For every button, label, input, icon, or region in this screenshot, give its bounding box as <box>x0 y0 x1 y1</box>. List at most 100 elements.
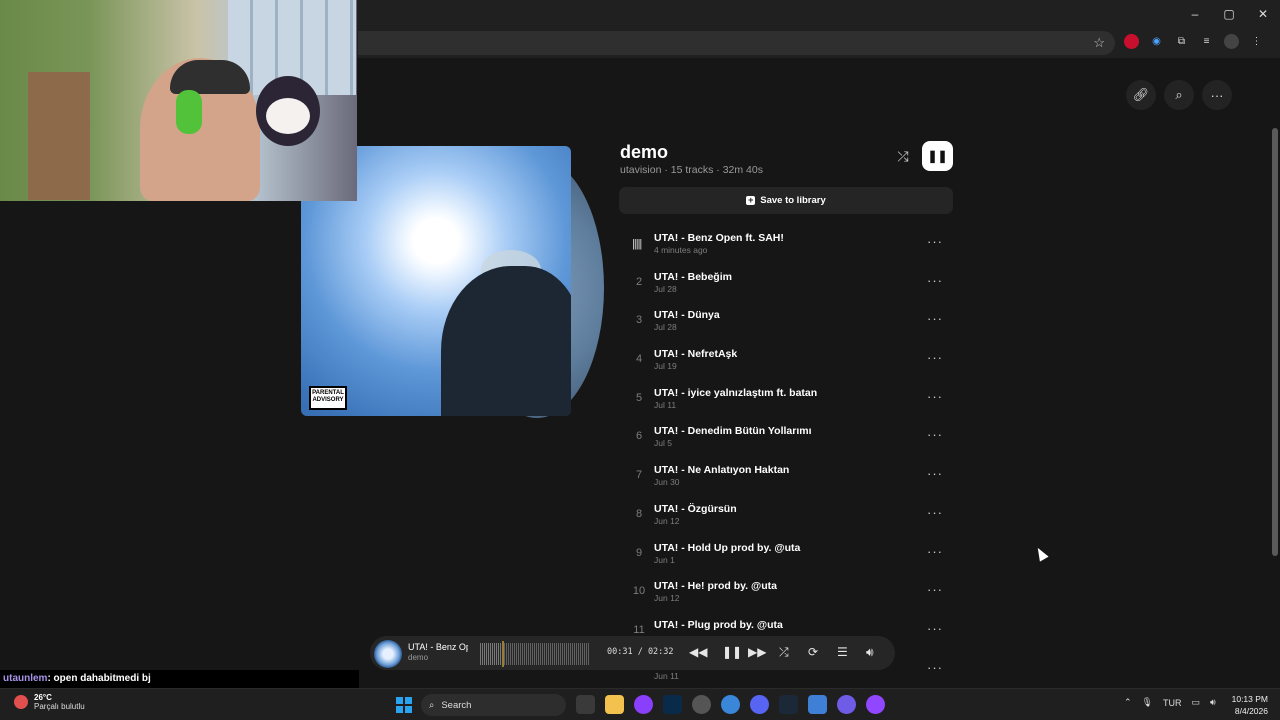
link-icon[interactable]: 🔗︎ <box>1126 80 1156 110</box>
track-row[interactable]: 6 UTA! - Denedim Bütün Yollarımı Jul 5 ·… <box>620 417 953 456</box>
adblock-extension-icon[interactable] <box>1124 34 1139 49</box>
save-to-library-button[interactable]: + Save to library <box>619 187 953 214</box>
cover-silhouette <box>441 266 571 416</box>
track-row[interactable]: 7 UTA! - Ne Anlatıyon Haktan Jun 30 ··· <box>620 456 953 495</box>
track-row[interactable]: 3 UTA! - Dünya Jul 28 ··· <box>620 301 953 340</box>
chevron-up-icon[interactable]: ⌃ <box>1124 697 1132 708</box>
browser-menu-icon[interactable]: ⋮ <box>1249 34 1264 49</box>
more-icon[interactable]: ··· <box>927 427 943 442</box>
track-row[interactable]: 8 UTA! - Özgürsün Jun 12 ··· <box>620 495 953 534</box>
network-icon[interactable]: ▭ <box>1191 697 1200 708</box>
track-date: Jun 1 <box>654 554 675 565</box>
photoshop-icon[interactable] <box>663 695 682 714</box>
player-playlist-name[interactable]: demo <box>408 653 428 662</box>
waveform-seekbar[interactable] <box>480 641 590 667</box>
save-to-library-label: Save to library <box>760 195 826 206</box>
steam-icon[interactable] <box>779 695 798 714</box>
window-controls: – ▢ ✕ <box>1178 0 1280 28</box>
mini-player: UTA! - Benz Op demo 00:31 / 02:32 ◀◀ ❚❚ … <box>370 636 895 670</box>
page-scrollbar[interactable] <box>1272 128 1278 556</box>
track-date: Jun 11 <box>654 670 679 681</box>
pause-button[interactable]: ❚❚ <box>922 141 953 171</box>
player-artwork[interactable] <box>374 640 402 668</box>
track-title: UTA! - Hold Up prod by. @uta <box>654 541 801 554</box>
track-number: 3 <box>635 314 643 327</box>
weather-widget[interactable]: 26°C Parçalı bulutlu <box>14 693 85 711</box>
pause-icon[interactable]: ❚❚ <box>722 645 742 659</box>
task-view-icon[interactable] <box>576 695 595 714</box>
taskbar-clock[interactable]: 10:13 PM 8/4/2026 <box>1232 693 1268 717</box>
language-indicator[interactable]: TUR <box>1163 698 1182 708</box>
more-icon[interactable]: ··· <box>1202 80 1232 110</box>
shuffle-icon[interactable]: ⤮ <box>779 645 789 660</box>
extension-icons: ◉ ⧉ ≡ ⋮ <box>1124 34 1264 49</box>
minimize-button[interactable]: – <box>1178 0 1212 28</box>
clock-date: 8/4/2026 <box>1234 706 1268 716</box>
taskbar-search-label: Search <box>441 699 472 711</box>
track-row[interactable]: 5 UTA! - iyice yalnızlaştım ft. batan Ju… <box>620 379 953 418</box>
close-button[interactable]: ✕ <box>1246 0 1280 28</box>
playhead[interactable] <box>502 641 504 667</box>
next-icon[interactable]: ▶▶ <box>748 645 766 659</box>
webcam-overlay <box>0 0 357 201</box>
track-date: Jul 28 <box>654 322 677 333</box>
puzzle-extension-icon[interactable]: ⧉ <box>1174 34 1189 49</box>
weather-icon <box>14 695 28 709</box>
shuffle-icon[interactable]: ⤮ <box>892 146 914 166</box>
volume-icon[interactable]: 🔊︎ <box>866 645 874 660</box>
more-icon[interactable]: ··· <box>927 234 943 249</box>
discord-icon[interactable] <box>750 695 769 714</box>
track-row[interactable]: ||||| UTA! - Benz Open ft. SAH! 4 minute… <box>620 224 953 263</box>
more-icon[interactable]: ··· <box>927 621 943 636</box>
twitch-icon[interactable] <box>866 695 885 714</box>
address-bar[interactable]: ☆ <box>358 31 1115 55</box>
app-icon[interactable] <box>837 695 856 714</box>
playlist-meta: utavision · 15 tracks · 32m 40s <box>620 164 763 176</box>
taskbar-search[interactable]: ⌕ Search <box>421 694 566 716</box>
app-icon[interactable] <box>692 695 711 714</box>
track-date: Jul 19 <box>654 361 677 372</box>
more-icon[interactable]: ··· <box>927 389 943 404</box>
maximize-button[interactable]: ▢ <box>1212 0 1246 28</box>
weather-temp: 26°C <box>34 693 52 702</box>
track-title: UTA! - Denedim Bütün Yollarımı <box>654 425 812 438</box>
track-row[interactable]: 2 UTA! - Bebeğim Jul 28 ··· <box>620 263 953 302</box>
waveform-played <box>480 643 502 665</box>
start-button[interactable] <box>396 697 412 713</box>
track-date: Jun 12 <box>654 593 680 604</box>
more-icon[interactable]: ··· <box>927 466 943 481</box>
microphone-icon[interactable]: 🎙︎ <box>1142 697 1153 708</box>
media-control-icon[interactable]: ≡ <box>1199 34 1214 49</box>
repeat-icon[interactable]: ⟳ <box>808 645 818 659</box>
chrome-icon[interactable] <box>721 695 740 714</box>
file-explorer-icon[interactable] <box>605 695 624 714</box>
track-title: UTA! - NefretAşk <box>654 348 738 361</box>
star-icon[interactable]: ☆ <box>1093 35 1105 51</box>
queue-icon[interactable]: ☰ <box>837 645 848 659</box>
track-number: 8 <box>635 507 643 520</box>
system-tray: ⌃ 🎙︎ TUR ▭ 🔊︎ <box>1124 697 1216 708</box>
track-date: Jul 28 <box>654 283 677 294</box>
webcam-shelf <box>28 72 90 200</box>
volume-icon[interactable]: 🔊︎ <box>1210 697 1216 708</box>
audio-extension-icon[interactable]: ◉ <box>1149 34 1164 49</box>
previous-icon[interactable]: ◀◀ <box>689 645 707 659</box>
search-icon[interactable]: ⌕ <box>1164 80 1194 110</box>
track-row[interactable]: 9 UTA! - Hold Up prod by. @uta Jun 1 ··· <box>620 534 953 573</box>
app-icon[interactable] <box>634 695 653 714</box>
player-track-title[interactable]: UTA! - Benz Op <box>408 642 468 652</box>
more-icon[interactable]: ··· <box>927 582 943 597</box>
track-row[interactable]: 10 UTA! - He! prod by. @uta Jun 12 ··· <box>620 572 953 611</box>
webcam-headset <box>176 90 202 134</box>
track-number: 4 <box>635 353 643 366</box>
track-title: UTA! - Dünya <box>654 309 720 322</box>
track-row[interactable]: 4 UTA! - NefretAşk Jul 19 ··· <box>620 340 953 379</box>
more-icon[interactable]: ··· <box>927 544 943 559</box>
more-icon[interactable]: ··· <box>927 311 943 326</box>
more-icon[interactable]: ··· <box>927 660 943 675</box>
more-icon[interactable]: ··· <box>927 273 943 288</box>
more-icon[interactable]: ··· <box>927 350 943 365</box>
app-icon[interactable] <box>808 695 827 714</box>
more-icon[interactable]: ··· <box>927 505 943 520</box>
profile-icon[interactable] <box>1224 34 1239 49</box>
